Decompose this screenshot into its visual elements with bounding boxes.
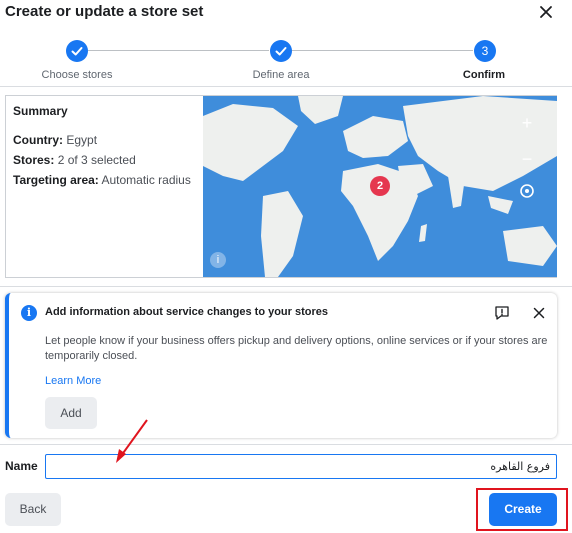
summary-stores-label: Stores:: [13, 153, 55, 167]
summary-panel: Summary Country: Egypt Stores: 2 of 3 se…: [5, 95, 557, 278]
service-info-card: i Add information about service changes …: [5, 293, 557, 438]
summary-heading: Summary: [13, 104, 68, 118]
back-button[interactable]: Back: [5, 493, 61, 526]
summary-area: Targeting area: Automatic radius: [13, 170, 195, 190]
map-info-icon[interactable]: i: [210, 252, 226, 268]
summary-stores: Stores: 2 of 3 selected: [13, 150, 195, 170]
add-button[interactable]: Add: [45, 397, 97, 429]
info-icon: i: [21, 305, 37, 321]
info-card-title: Add information about service changes to…: [45, 306, 328, 318]
step-connector: [292, 50, 473, 51]
close-icon[interactable]: [536, 2, 556, 22]
summary-stores-value: 2 of 3 selected: [57, 153, 136, 167]
step-1-check-icon: [66, 40, 88, 62]
info-card-body: Let people know if your business offers …: [45, 335, 548, 362]
name-input[interactable]: [45, 454, 557, 479]
create-button[interactable]: Create: [489, 493, 557, 526]
step-2-label: Define area: [252, 69, 310, 81]
step-1-label: Choose stores: [41, 69, 113, 81]
learn-more-link[interactable]: Learn More: [45, 375, 101, 387]
summary-area-label: Targeting area:: [13, 173, 99, 187]
step-2-check-icon: [270, 40, 292, 62]
dialog-header: Create or update a store set: [0, 0, 572, 30]
summary-text: Summary Country: Egypt Stores: 2 of 3 se…: [6, 96, 202, 277]
locate-icon[interactable]: [510, 174, 544, 208]
step-connector: [88, 50, 269, 51]
summary-country: Country: Egypt: [13, 130, 195, 150]
summary-country-label: Country:: [13, 133, 63, 147]
stepper: 3 Choose stores Define area Confirm: [0, 38, 572, 88]
step-3-number: 3: [474, 40, 496, 62]
zoom-in-button[interactable]: +: [510, 106, 544, 140]
divider: [0, 86, 572, 87]
close-icon[interactable]: [530, 304, 548, 322]
dialog-title: Create or update a store set: [5, 3, 204, 20]
divider: [0, 286, 572, 287]
divider: [0, 444, 572, 445]
store-map[interactable]: + − 2 i: [203, 96, 557, 277]
step-3-label: Confirm: [462, 69, 506, 81]
store-cluster-marker[interactable]: 2: [370, 176, 390, 196]
feedback-icon[interactable]: [493, 304, 511, 322]
summary-area-value: Automatic radius: [101, 173, 191, 187]
name-label: Name: [5, 459, 38, 473]
summary-country-value: Egypt: [66, 133, 98, 147]
zoom-out-button[interactable]: −: [510, 142, 544, 176]
